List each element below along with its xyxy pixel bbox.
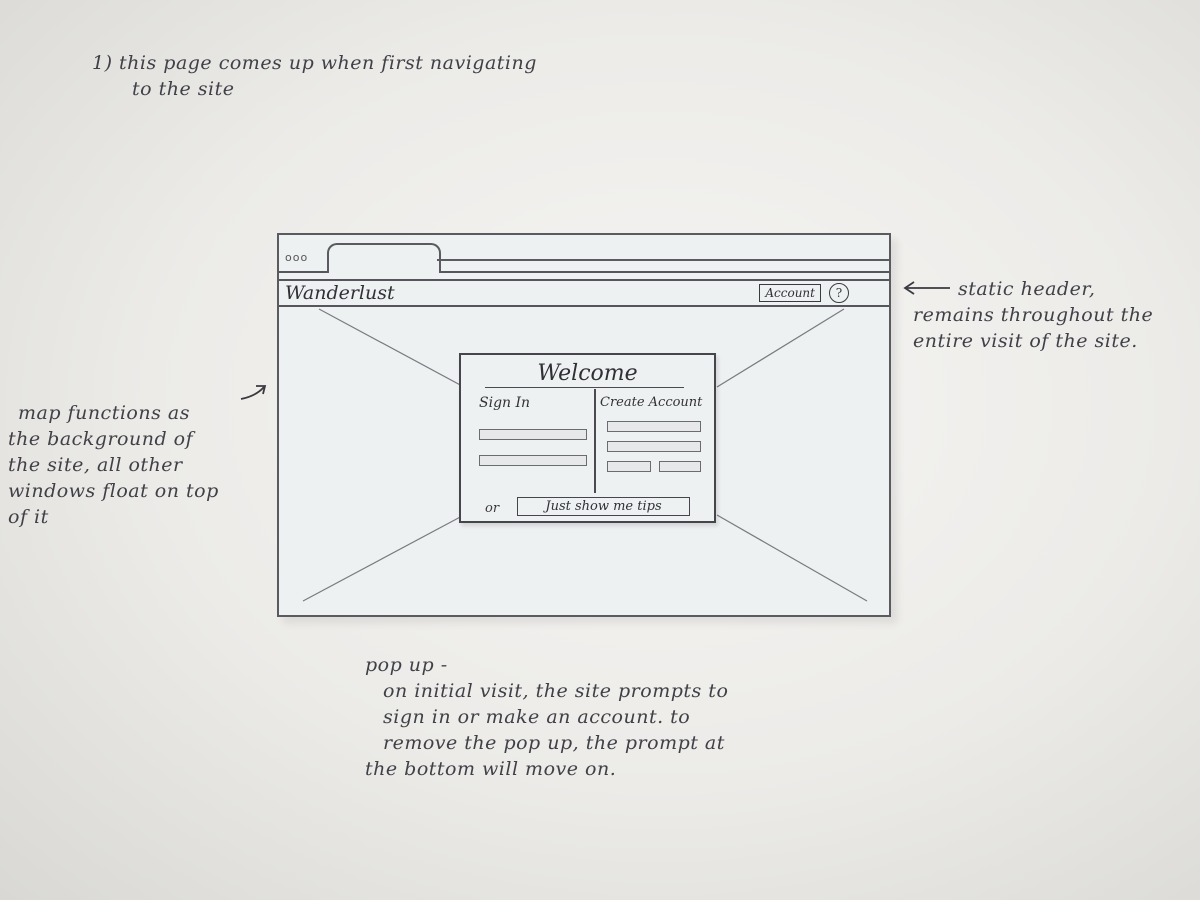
create-account-field-3[interactable] <box>607 461 651 472</box>
popup-note-line: sign in or make an account. to <box>383 706 691 728</box>
sign-in-password-field[interactable] <box>479 455 587 466</box>
sign-in-username-field[interactable] <box>479 429 587 440</box>
create-account-field-4[interactable] <box>659 461 701 472</box>
welcome-popup: Welcome Sign In Create Account or Just s… <box>459 353 716 523</box>
header-note: static header, remains throughout the en… <box>913 276 1153 354</box>
header-arrow-icon <box>903 281 950 295</box>
browser-tab[interactable] <box>327 243 441 273</box>
create-account-field-1[interactable] <box>607 421 701 432</box>
popup-title: Welcome <box>537 361 638 386</box>
intro-note: 1) this page comes up when first navigat… <box>92 50 537 102</box>
map-note-line: of it <box>8 506 49 528</box>
sign-in-label: Sign In <box>479 395 531 411</box>
tab-bar-line <box>437 259 889 261</box>
map-note-line: the background of <box>8 428 194 450</box>
header-note-line: entire visit of the site. <box>913 330 1138 352</box>
help-icon[interactable]: ? <box>829 283 849 303</box>
header-note-line: static header, <box>958 278 1096 300</box>
window-controls-icon[interactable]: ooo <box>285 251 308 264</box>
header-note-line: remains throughout the <box>913 304 1154 326</box>
popup-note-line: on initial visit, the site prompts to <box>383 680 729 702</box>
map-note-line: map functions as <box>18 402 190 424</box>
popup-note: pop up - on initial visit, the site prom… <box>365 652 728 782</box>
just-show-me-tips-button[interactable]: Just show me tips <box>517 497 690 516</box>
site-brand[interactable]: Wanderlust <box>285 282 395 304</box>
map-arrow-icon <box>240 385 267 400</box>
popup-note-line: pop up - <box>365 654 448 676</box>
map-note-line: the site, all other <box>8 454 183 476</box>
browser-chrome: ooo <box>279 235 889 273</box>
intro-note-line: 1) this page comes up when first navigat… <box>92 52 537 74</box>
create-account-field-2[interactable] <box>607 441 701 452</box>
title-divider <box>485 387 684 388</box>
browser-window: ooo Wanderlust Account ? Welcome Sign In… <box>277 233 891 617</box>
popup-note-line: remove the pop up, the prompt at <box>383 732 725 754</box>
account-button[interactable]: Account <box>759 284 821 302</box>
map-note-line: windows float on top <box>8 480 219 502</box>
map-note: map functions as the background of the s… <box>8 400 219 530</box>
popup-note-line: the bottom will move on. <box>365 758 617 780</box>
site-header: Wanderlust Account ? <box>279 279 889 307</box>
column-divider <box>594 389 596 493</box>
or-text: or <box>485 501 500 516</box>
create-account-label: Create Account <box>600 395 703 410</box>
intro-note-line: to the site <box>132 78 235 100</box>
